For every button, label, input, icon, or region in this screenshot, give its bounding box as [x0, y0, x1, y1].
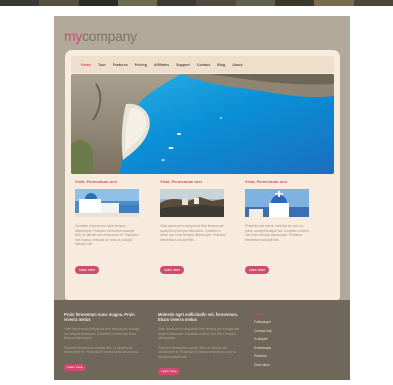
feature-column-2: Vivid, Fermentum orci Vitae ipsum sem vo… [160, 179, 230, 276]
top-strip-segment [235, 0, 276, 6]
learn-more-button[interactable]: Learn more [160, 266, 184, 274]
nav-item-support[interactable]: Support [176, 63, 190, 67]
feature-column-3: Vivid, Fermentum orci Phasellus est metu… [245, 179, 315, 276]
feature-image [160, 189, 224, 217]
nav-item-about[interactable]: About [232, 63, 242, 67]
footer-text: Vitae ipsum sem volutpat ad blue tempus … [158, 327, 240, 341]
learn-more-button[interactable]: Learn more [75, 266, 99, 274]
top-strip-segment [78, 0, 118, 6]
top-strip-segment [275, 0, 315, 6]
site-logo[interactable]: mycompany [64, 28, 137, 44]
logo-my: my [64, 28, 83, 44]
footer: Proin fermentum nunc magna. Proin viverr… [54, 300, 350, 380]
page-container: mycompany Home Tour Features Pricing Aff… [54, 16, 350, 380]
nav-item-features[interactable]: Features [113, 63, 128, 67]
feature-title: Vivid, Fermentum orci [160, 179, 202, 184]
feature-text: Phasellus est metus, vehicula ac nunc at… [245, 224, 309, 242]
footer-text: Praesent elementum suscipit felis, et ul… [64, 345, 140, 355]
footer-text: Vitae ipsum sem volutpat ad blue tempus … [64, 327, 140, 341]
top-strip-segment [0, 0, 40, 6]
santorini-photo-icon [75, 189, 139, 217]
nav-item-tour[interactable]: Tour [98, 63, 106, 67]
beach-photo-icon [71, 74, 334, 174]
footer-link[interactable]: Scelerisque [254, 344, 334, 353]
nav-item-pricing[interactable]: Pricing [135, 63, 147, 67]
feature-text: Curabitur a lorem non tortor tempus ulla… [75, 224, 139, 247]
top-strip-segment [314, 0, 354, 6]
coast-photo-icon [160, 189, 224, 217]
feature-image [245, 189, 309, 217]
hero-image [71, 74, 334, 174]
footer-link[interactable]: Diam diam [254, 361, 334, 370]
footer-link[interactable]: In aliquet [254, 335, 334, 344]
top-photo-strip [0, 0, 393, 6]
footer-learn-more-button[interactable]: Learn more [64, 363, 86, 371]
footer-link[interactable]: Pharetra [254, 352, 334, 361]
nav-item-affiliates[interactable]: Affiliates [154, 63, 169, 67]
footer-learn-more-button[interactable]: Learn more [158, 368, 180, 376]
top-strip-segment [353, 0, 393, 6]
footer-link[interactable]: Fullmasque [254, 318, 334, 327]
church-photo-icon [245, 189, 309, 217]
feature-column-1: Vivid, Fermentum orci Curabitur a lorem … [75, 179, 145, 276]
top-strip-segment [117, 0, 158, 6]
nav-item-contact[interactable]: Contact [197, 63, 210, 67]
nav-item-blog[interactable]: Blog [217, 63, 225, 67]
footer-text: Praesent elementum suscipit felis, et ul… [158, 345, 237, 359]
top-strip-segment [39, 0, 79, 6]
footer-column-2: Molestie eget sollicitudin vel, fermentu… [158, 312, 242, 377]
feature-title: Vivid, Fermentum orci [245, 179, 287, 184]
footer-title: Molestie eget sollicitudin vel, fermentu… [158, 312, 239, 323]
footer-link[interactable]: Contact info [254, 327, 334, 336]
feature-text: Vitae ipsum sem volutpat ad blue tempus … [160, 224, 226, 242]
footer-title: Proin fermentum nunc magna. Proin viverr… [64, 312, 135, 323]
main-nav: Home Tour Features Pricing Affiliates Su… [71, 56, 334, 73]
feature-image [75, 189, 139, 217]
content-card: Home Tour Features Pricing Affiliates Su… [65, 50, 340, 300]
nav-item-home[interactable]: Home [81, 63, 91, 67]
footer-column-1: Proin fermentum nunc magna. Proin viverr… [64, 312, 144, 373]
top-strip-segment [157, 0, 197, 6]
feature-title: Vivid, Fermentum orci [75, 179, 117, 184]
logo-company: company [82, 28, 137, 44]
footer-links-column: Links Fullmasque Contact info In aliquet… [254, 312, 334, 370]
learn-more-button[interactable]: Learn more [245, 266, 269, 274]
top-strip-segment [196, 0, 236, 6]
